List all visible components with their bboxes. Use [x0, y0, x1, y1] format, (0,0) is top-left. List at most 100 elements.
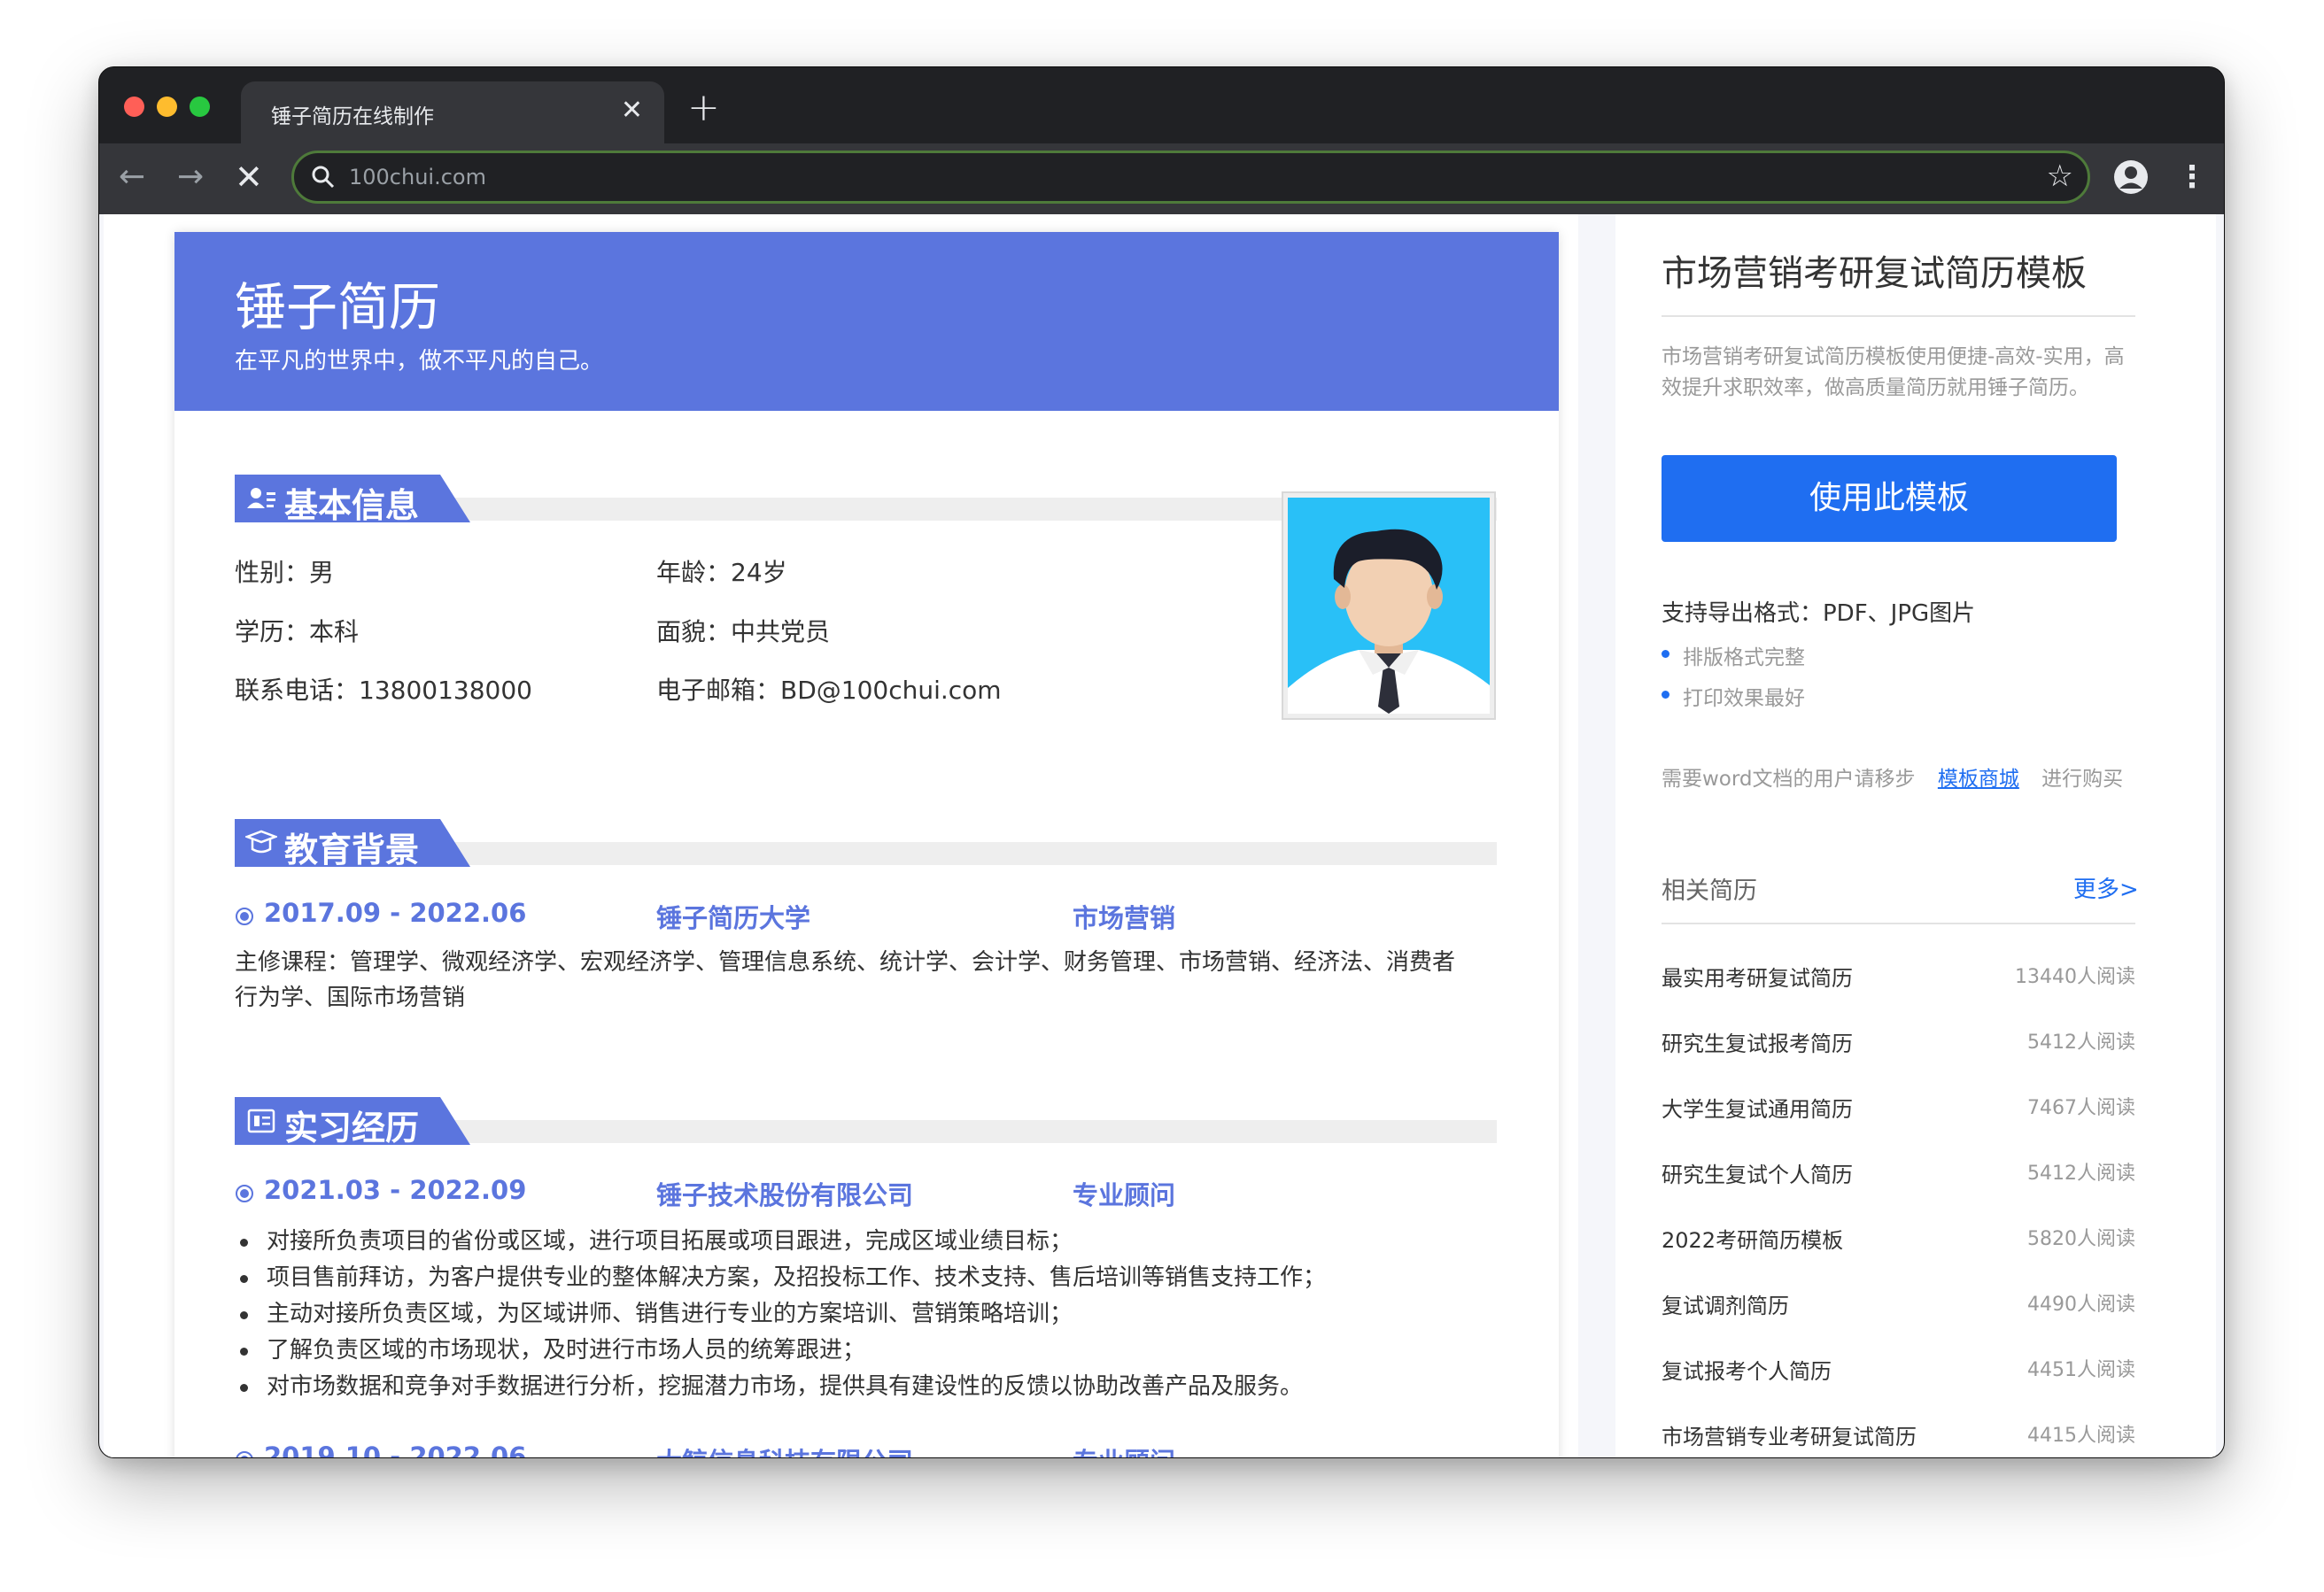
template-sidebar: 市场营销考研复试简历模板 市场营销考研复试简历模板使用便捷-高效-实用，高效提升… — [1615, 214, 2216, 1457]
address-bar[interactable]: 100chui.com ☆ — [291, 151, 2090, 204]
resume-slogan: 在平凡的世界中，做不平凡的自己。 — [235, 348, 604, 375]
related-name: 市场营销专业考研复试简历 — [1662, 1425, 1917, 1449]
resume-preview: 锤子简历 在平凡的世界中，做不平凡的自己。 基本信息 性别：男 年龄：24岁 学… — [174, 232, 1559, 1458]
job-period: 2019.10 - 2022.06 — [264, 1441, 527, 1458]
note-suffix: 进行购买 — [2041, 768, 2124, 791]
related-name: 研究生复试报考简历 — [1662, 1032, 1853, 1056]
related-item[interactable]: 大学生复试通用简历 7467人阅读 — [1662, 1092, 2135, 1127]
title-bar: 锤子简历在线制作 ✕ + — [99, 67, 2224, 143]
education-period: 2017.09 - 2022.06 — [264, 898, 527, 928]
export-formats: 支持导出格式：PDF、JPG图片 — [1662, 600, 1976, 627]
resume-brand: 锤子简历 — [235, 277, 441, 337]
radio-dot-icon — [236, 1451, 253, 1457]
phone-field: 联系电话：13800138000 — [235, 676, 532, 705]
related-item[interactable]: 复试调剂简历 4490人阅读 — [1662, 1288, 2135, 1324]
page-viewport: 锤子简历 在平凡的世界中，做不平凡的自己。 基本信息 性别：男 年龄：24岁 学… — [99, 214, 2224, 1458]
section-header-internship: 实习经历 — [235, 1097, 1497, 1145]
user-card-icon — [247, 488, 275, 508]
related-title: 相关简历 — [1662, 877, 1757, 905]
id-badge-icon — [247, 1109, 275, 1133]
browser-toolbar: ← → ✕ 100chui.com ☆ ⋮ — [99, 143, 2224, 214]
read-count: 13440人阅读 — [2015, 966, 2135, 988]
note-prefix: 需要word文档的用户请移步 — [1662, 768, 1916, 791]
back-button[interactable]: ← — [119, 158, 145, 197]
profile-avatar-icon[interactable] — [2113, 159, 2149, 195]
template-store-link[interactable]: 模板商城 — [1938, 768, 2019, 791]
forward-button[interactable]: → — [177, 158, 204, 197]
courses-line-2: 行为学、国际市场营销 — [235, 985, 466, 1011]
section-header-education: 教育背景 — [235, 819, 1497, 867]
related-name: 研究生复试个人简历 — [1662, 1163, 1853, 1187]
job-role: 专业顾问 — [1073, 1180, 1176, 1210]
tab-title: 锤子简历在线制作 — [271, 105, 434, 128]
education-major: 市场营销 — [1073, 903, 1176, 933]
related-item[interactable]: 复试报考个人简历 4451人阅读 — [1662, 1354, 2135, 1389]
section-tag: 教育背景 — [235, 819, 470, 867]
read-count: 4451人阅读 — [2027, 1359, 2135, 1381]
divider — [1662, 315, 2135, 317]
list-item: 对接所负责项目的省份或区域，进行项目拓展或项目跟进，完成区域业绩目标； — [235, 1224, 1326, 1260]
related-item[interactable]: 研究生复试报考简历 5412人阅读 — [1662, 1026, 2135, 1062]
profile-photo — [1282, 491, 1496, 720]
feature-item: 排版格式完整 — [1662, 640, 1805, 670]
word-note: 需要word文档的用户请移步 模板商城 进行购买 — [1662, 761, 2123, 792]
close-window-button[interactable] — [124, 97, 144, 117]
age-field: 年龄：24岁 — [656, 558, 787, 587]
read-count: 5820人阅读 — [2027, 1228, 2135, 1250]
job-duties-list: 对接所负责项目的省份或区域，进行项目拓展或项目跟进，完成区域业绩目标； 项目售前… — [235, 1224, 1326, 1405]
read-count: 5412人阅读 — [2027, 1163, 2135, 1185]
radio-dot-icon — [236, 1185, 253, 1202]
section-title: 基本信息 — [284, 486, 420, 525]
use-template-button[interactable]: 使用此模板 — [1662, 455, 2117, 542]
section-title: 教育背景 — [284, 831, 420, 869]
read-count: 4490人阅读 — [2027, 1294, 2135, 1316]
tab-close-icon[interactable]: ✕ — [621, 96, 643, 126]
feature-item: 打印效果最好 — [1662, 681, 1805, 711]
related-item[interactable]: 2022考研简历模板 5820人阅读 — [1662, 1223, 2135, 1258]
political-field: 面貌：中共党员 — [656, 617, 831, 646]
list-item: 项目售前拜访，为客户提供专业的整体解决方案，及招投标工作、技术支持、售后培训等销… — [235, 1260, 1326, 1296]
maximize-window-button[interactable] — [190, 97, 210, 117]
read-count: 7467人阅读 — [2027, 1097, 2135, 1119]
browser-menu-icon[interactable]: ⋮ — [2177, 158, 2207, 197]
job-company: 锤子技术股份有限公司 — [656, 1180, 914, 1210]
education-field: 学历：本科 — [235, 617, 360, 646]
related-name: 2022考研简历模板 — [1662, 1228, 1844, 1253]
read-count: 4415人阅读 — [2027, 1425, 2135, 1447]
graduation-cap-icon — [245, 830, 277, 854]
search-icon — [312, 166, 335, 189]
template-title: 市场营销考研复试简历模板 — [1662, 253, 2087, 294]
bookmark-star-icon[interactable]: ☆ — [2047, 158, 2073, 194]
related-name: 最实用考研复试简历 — [1662, 966, 1853, 991]
stop-loading-button[interactable]: ✕ — [235, 158, 263, 197]
related-item[interactable]: 市场营销专业考研复试简历 4415人阅读 — [1662, 1419, 2135, 1455]
related-item[interactable]: 最实用考研复试简历 13440人阅读 — [1662, 961, 2135, 996]
template-description: 市场营销考研复试简历模板使用便捷-高效-实用，高效提升求职效率，做高质量简历就用… — [1662, 345, 2125, 399]
url-text: 100chui.com — [349, 165, 486, 189]
list-item: 主动对接所负责区域，为区域讲师、销售进行专业的方案培训、营销策略培训； — [235, 1296, 1326, 1333]
new-tab-button[interactable]: + — [687, 89, 720, 128]
job-period: 2021.03 - 2022.09 — [264, 1175, 527, 1205]
list-item: 了解负责区域的市场现状，及时进行市场人员的统筹跟进； — [235, 1333, 1326, 1369]
avatar-illustration — [1288, 498, 1490, 714]
job-company: 大鲸信息科技有限公司 — [656, 1441, 913, 1457]
section-tag: 实习经历 — [235, 1097, 470, 1145]
education-school: 锤子简历大学 — [656, 903, 811, 933]
gender-field: 性别：男 — [235, 558, 335, 587]
read-count: 5412人阅读 — [2027, 1032, 2135, 1054]
more-link[interactable]: 更多> — [2073, 871, 2139, 904]
related-item[interactable]: 研究生复试个人简历 5412人阅读 — [1662, 1157, 2135, 1193]
minimize-window-button[interactable] — [157, 97, 177, 117]
email-field: 电子邮箱：BD@100chui.com — [656, 676, 1002, 705]
browser-tab[interactable]: 锤子简历在线制作 ✕ — [241, 81, 664, 143]
section-title: 实习经历 — [284, 1109, 420, 1148]
courses-line-1: 主修课程：管理学、微观经济学、宏观经济学、管理信息系统、统计学、会计学、财务管理… — [235, 949, 1456, 976]
divider — [1662, 923, 2135, 924]
related-name: 复试调剂简历 — [1662, 1294, 1789, 1318]
related-name: 大学生复试通用简历 — [1662, 1097, 1853, 1122]
list-item: 对市场数据和竞争对手数据进行分析，挖掘潜力市场，提供具有建设性的反馈以协助改善产… — [235, 1369, 1326, 1405]
browser-window: 锤子简历在线制作 ✕ + ← → ✕ 100chui.com ☆ ⋮ 锤子简历 — [98, 66, 2225, 1458]
job-role: 专业顾问 — [1073, 1441, 1175, 1457]
related-name: 复试报考个人简历 — [1662, 1359, 1832, 1384]
section-tag: 基本信息 — [235, 475, 470, 522]
